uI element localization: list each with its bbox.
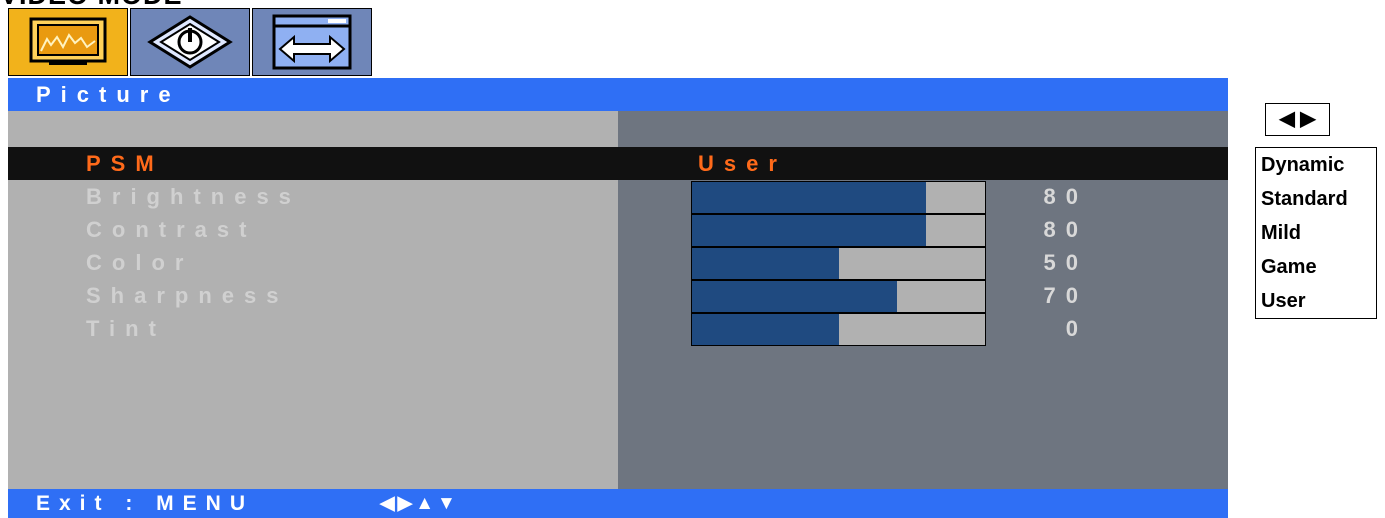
brightness-slider[interactable] — [691, 181, 986, 214]
brightness-label: Brightness — [86, 184, 301, 209]
menu-title: Picture — [8, 78, 1228, 111]
tint-slider-fill — [692, 314, 839, 345]
tint-label: Tint — [86, 316, 166, 341]
power-sound-icon — [147, 15, 233, 69]
sharpness-slider[interactable] — [691, 280, 986, 313]
contrast-label: Contrast — [86, 217, 257, 242]
navigation-arrows-icon: ◀▶▲▼ — [380, 493, 459, 514]
brightness-slider-fill — [692, 182, 927, 213]
color-slider[interactable] — [691, 247, 986, 280]
menu-footer: Exit : MENU ◀▶▲▼ — [8, 489, 1228, 518]
menu-row-tint[interactable]: Tint 0 — [8, 312, 1228, 346]
menu-row-sharpness[interactable]: Sharpness 70 — [8, 279, 1228, 313]
contrast-slider-fill — [692, 215, 927, 246]
tab-row — [8, 8, 375, 78]
color-slider-fill — [692, 248, 839, 279]
menu-row-brightness[interactable]: Brightness 80 — [8, 180, 1228, 214]
contrast-slider[interactable] — [691, 214, 986, 247]
tab-picture[interactable] — [8, 8, 128, 76]
osd-menu: Picture PSM User Brightness 80 Contrast … — [8, 78, 1228, 518]
color-value: 50 — [1043, 250, 1088, 275]
psm-option-dynamic[interactable]: Dynamic — [1256, 148, 1376, 182]
psm-options-list: Dynamic Standard Mild Game User — [1255, 147, 1377, 319]
sharpness-value: 70 — [1043, 283, 1088, 308]
menu-row-psm[interactable]: PSM User — [8, 147, 1228, 180]
tint-slider[interactable] — [691, 313, 986, 346]
sharpness-slider-fill — [692, 281, 898, 312]
tint-value: 0 — [1065, 316, 1088, 341]
psm-value: User — [698, 151, 787, 176]
psm-option-mild[interactable]: Mild — [1256, 216, 1376, 250]
screen-size-icon — [272, 14, 352, 70]
tab-sound[interactable] — [130, 8, 250, 76]
brightness-value: 80 — [1043, 184, 1088, 209]
tab-screen[interactable] — [252, 8, 372, 76]
psm-option-game[interactable]: Game — [1256, 250, 1376, 284]
psm-label: PSM — [86, 151, 164, 176]
contrast-value: 80 — [1043, 217, 1088, 242]
tv-picture-icon — [29, 17, 107, 65]
exit-hint: Exit : MENU — [36, 492, 255, 515]
psm-option-user[interactable]: User — [1256, 284, 1376, 318]
psm-option-standard[interactable]: Standard — [1256, 182, 1376, 216]
color-label: Color — [86, 250, 194, 275]
menu-row-color[interactable]: Color 50 — [8, 246, 1228, 280]
sharpness-label: Sharpness — [86, 283, 289, 308]
psm-toggle-arrows[interactable]: ◀ ▶ — [1265, 103, 1330, 136]
menu-row-contrast[interactable]: Contrast 80 — [8, 213, 1228, 247]
